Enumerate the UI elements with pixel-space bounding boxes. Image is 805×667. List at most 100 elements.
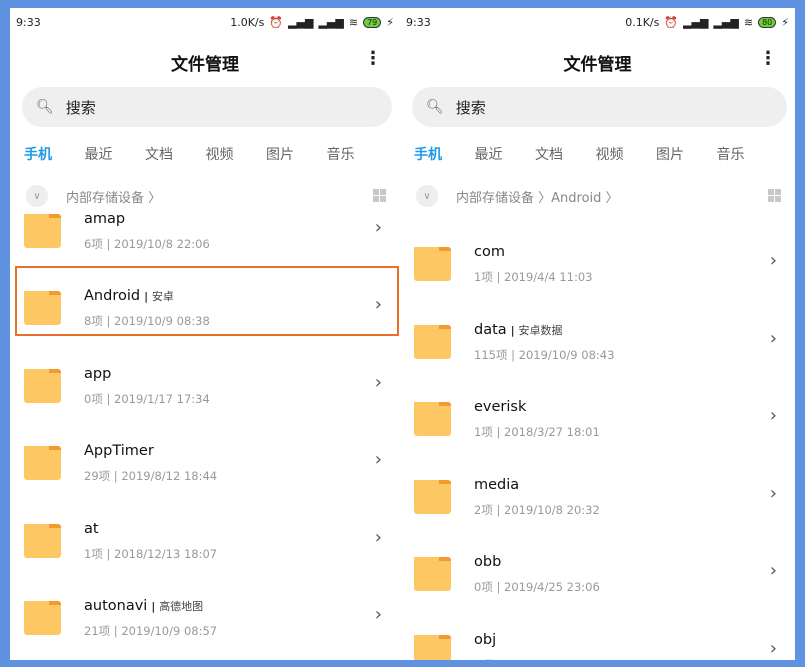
chevron-down-icon[interactable]: ∨ <box>26 185 48 207</box>
modified-date: 2019/10/9 08:38 <box>114 314 210 328</box>
charging-icon: ⚡ <box>781 15 789 29</box>
category-tabs: 手机 最近 文档 视频 图片 音乐 <box>414 144 777 164</box>
folder-meta: 0项 | 2019/4/25 23:06 <box>474 580 600 594</box>
search-placeholder: 搜索 <box>65 98 96 117</box>
tab-2[interactable]: 文档 <box>535 144 596 164</box>
folder-name: media <box>474 477 519 493</box>
folder-icon <box>414 634 451 660</box>
folder-row-apptimer[interactable]: AppTimer 29项 | 2019/8/12 18:44 › <box>10 425 400 503</box>
folder-name-text: at <box>84 520 99 537</box>
alarm-icon: ⏰ <box>664 15 679 29</box>
folder-row-at[interactable]: at 1项 | 2018/12/13 18:07 › <box>10 503 400 581</box>
file-manager-root-screen: 9:33 1.0K/s ⏰ ▂▄▆ ▂▄▆ ≋ 79 ⚡ 文件管理 ⋮ 🔍︎ 搜… <box>10 8 400 660</box>
wifi-icon: ≋ <box>348 15 359 29</box>
page-title: 文件管理 <box>563 55 632 75</box>
grid-view-icon[interactable] <box>768 189 781 202</box>
alarm-icon: ⏰ <box>269 15 284 29</box>
folder-name: obb <box>474 554 501 570</box>
chevron-right-icon: › <box>769 637 777 659</box>
folder-row-obj[interactable]: obj 0项 | 2019/5/14 22:10 › <box>400 614 795 661</box>
search-input[interactable]: 🔍︎ 搜索 <box>22 87 392 127</box>
signal-icon: ▂▄▆ <box>318 15 344 29</box>
folder-name-text: obb <box>474 554 502 570</box>
folder-icon <box>414 324 451 359</box>
modified-date: 2019/4/4 11:03 <box>504 270 593 284</box>
tab-4[interactable]: 图片 <box>266 144 327 164</box>
tab-0[interactable]: 手机 <box>414 144 475 164</box>
folder-meta: 2项 | 2019/10/8 20:32 <box>474 502 600 517</box>
modified-date: 2019/10/9 08:57 <box>121 624 218 638</box>
chevron-right-icon: › <box>769 405 777 426</box>
folder-row-android[interactable]: Android安卓 8项 | 2019/10/9 08:38 › <box>10 270 400 348</box>
signal-icon: ▂▄▆ <box>288 15 314 29</box>
tab-1[interactable]: 最近 <box>475 144 536 164</box>
tab-1[interactable]: 最近 <box>85 144 146 164</box>
modified-date: 2019/5/14 22:10 <box>504 658 600 661</box>
item-count: 2项 <box>474 502 493 517</box>
chevron-right-icon: › <box>374 294 382 315</box>
search-icon: 🔍︎ <box>426 99 444 115</box>
folder-icon <box>24 446 61 480</box>
item-count: 1项 <box>84 546 103 561</box>
folder-name: autonavi高德地图 <box>84 598 203 614</box>
more-options-icon[interactable]: ⋮ <box>364 48 382 69</box>
breadcrumb-path[interactable]: 内部存储设备 〉 <box>66 187 161 206</box>
folder-icon <box>24 601 61 635</box>
modified-date: 2019/1/17 17:34 <box>114 391 210 406</box>
folder-row-com[interactable]: com 1项 | 2019/4/4 11:03 › <box>400 226 795 304</box>
signal-icon: ▂▄▆ <box>713 15 739 29</box>
folder-meta: 29项 | 2019/8/12 18:44 <box>84 469 218 483</box>
folder-icon <box>24 213 61 248</box>
breadcrumb-path[interactable]: 内部存储设备 〉Android 〉 <box>456 187 619 206</box>
folder-list: amap 6项 | 2019/10/8 22:06 › Android安卓 8项… <box>10 210 400 660</box>
network-speed: 1.0K/s <box>230 15 265 29</box>
folder-row-autonavi[interactable]: autonavi高德地图 21项 | 2019/10/9 08:57 › <box>10 580 400 658</box>
modified-date: 2018/3/27 18:01 <box>504 425 600 439</box>
battery-icon: 79 <box>363 16 382 28</box>
tab-4[interactable]: 图片 <box>656 144 717 164</box>
breadcrumb: ∨ 内部存储设备 〉 <box>26 185 386 207</box>
grid-view-icon[interactable] <box>373 189 386 202</box>
folder-name: AppTimer <box>84 443 154 459</box>
status-bar: 9:33 1.0K/s ⏰ ▂▄▆ ▂▄▆ ≋ 79 ⚡ <box>16 14 394 30</box>
tab-3[interactable]: 视频 <box>206 144 267 164</box>
folder-meta: 115项 | 2019/10/9 08:43 <box>474 347 615 362</box>
page-title: 文件管理 <box>171 55 239 75</box>
tab-3[interactable]: 视频 <box>596 144 657 164</box>
chevron-right-icon: › <box>374 449 382 470</box>
search-placeholder: 搜索 <box>455 98 486 117</box>
folder-icon <box>24 291 61 325</box>
folder-meta: 1项 | 2019/4/4 11:03 <box>474 270 593 284</box>
more-options-icon[interactable]: ⋮ <box>759 48 777 69</box>
modified-date: 2019/4/25 23:06 <box>504 580 600 594</box>
folder-row-media[interactable]: media 2项 | 2019/10/8 20:32 › <box>400 459 795 537</box>
folder-alias: 安卓数据 <box>511 324 563 337</box>
folder-name-text: AppTimer <box>84 443 154 459</box>
folder-row-obb[interactable]: obb 0项 | 2019/4/25 23:06 › <box>400 536 795 614</box>
folder-name: data 安卓数据 <box>474 322 563 338</box>
item-count: 29项 <box>84 469 111 483</box>
folder-row-amap[interactable]: amap 6项 | 2019/10/8 22:06 › <box>10 210 400 270</box>
folder-icon <box>414 402 451 436</box>
item-count: 0项 <box>474 658 493 661</box>
chevron-down-icon[interactable]: ∨ <box>416 185 438 207</box>
tab-0[interactable]: 手机 <box>24 144 85 164</box>
search-input[interactable]: 🔍︎ 搜索 <box>412 87 787 127</box>
folder-name: at <box>84 521 99 537</box>
chevron-right-icon: › <box>769 250 777 271</box>
status-time: 9:33 <box>406 15 431 29</box>
folder-row-app[interactable]: app 0项 | 2019/1/17 17:34 › <box>10 348 400 426</box>
folder-row-everisk[interactable]: everisk 1项 | 2018/3/27 18:01 › <box>400 381 795 459</box>
tab-2[interactable]: 文档 <box>145 144 206 164</box>
folder-row-data[interactable]: data 安卓数据 115项 | 2019/10/9 08:43 › <box>400 304 795 382</box>
modified-date: 2019/10/9 08:43 <box>518 347 615 362</box>
folder-meta: 8项 | 2019/10/9 08:38 <box>84 314 210 328</box>
tab-5[interactable]: 音乐 <box>327 144 388 164</box>
folder-name-text: media <box>474 476 520 493</box>
signal-icon: ▂▄▆ <box>683 15 709 29</box>
item-count: 8项 <box>84 314 103 328</box>
tab-5[interactable]: 音乐 <box>717 144 778 164</box>
battery-icon: 80 <box>758 16 777 28</box>
chevron-right-icon: › <box>769 327 777 349</box>
network-speed: 0.1K/s <box>625 15 660 29</box>
